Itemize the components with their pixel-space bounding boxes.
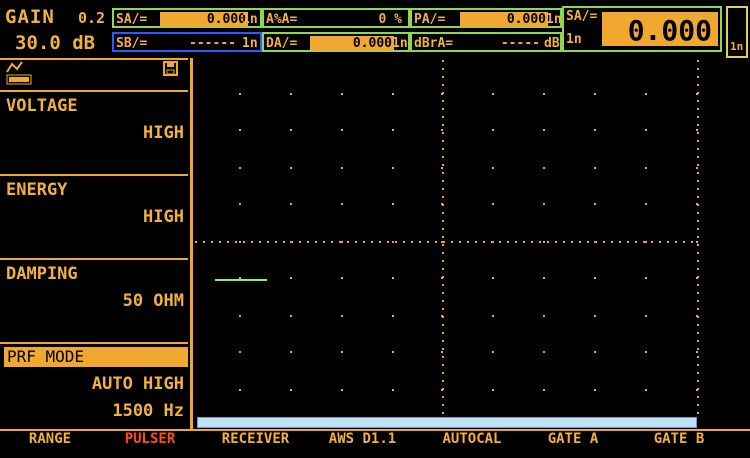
energy-value[interactable]: HIGH xyxy=(143,207,184,227)
menu-gate-b[interactable]: GATE B xyxy=(634,431,724,447)
gain-label: GAIN xyxy=(5,6,55,28)
menu-autocal[interactable]: AUTOCAL xyxy=(427,431,517,447)
gain-value[interactable]: 30.0 dB xyxy=(15,32,95,54)
divider xyxy=(0,342,188,344)
divider xyxy=(0,174,188,176)
readout-unit: 1n xyxy=(242,12,258,27)
energy-label: ENERGY xyxy=(6,180,68,200)
readout-label: PA/= xyxy=(414,12,446,27)
voltage-label: VOLTAGE xyxy=(6,96,78,116)
damping-label: DAMPING xyxy=(6,264,78,284)
menu-aws-d1-1[interactable]: AWS D1.1 xyxy=(315,431,410,447)
readout-value: ----- xyxy=(500,36,540,51)
prf-mode-label: PRF MODE xyxy=(7,347,85,366)
readout-dbra[interactable]: dBrA= ----- dB xyxy=(410,32,562,52)
readout-value: ------ xyxy=(189,36,236,51)
big-readout-unit: 1n xyxy=(566,32,582,47)
divider xyxy=(0,90,188,92)
waveform-icon xyxy=(6,61,32,85)
big-readout[interactable]: SA/= 1n 0.000 xyxy=(562,6,722,52)
status-strip-unit: 1n xyxy=(730,40,744,53)
readout-unit: dB xyxy=(544,36,560,51)
readout-unit: 1n xyxy=(242,36,258,51)
a-scan-grid xyxy=(195,60,699,414)
readout-value: 0.000 xyxy=(160,12,248,27)
readout-a-percent[interactable]: A%A= 0 % xyxy=(262,8,410,28)
gain-step[interactable]: 0.2 xyxy=(78,9,105,27)
readout-sa[interactable]: SA/= 0.000 1n xyxy=(112,8,262,28)
readout-pa[interactable]: PA/= 0.000 1n xyxy=(410,8,562,28)
readout-value: 0 % xyxy=(378,12,402,27)
menu-gate-a[interactable]: GATE A xyxy=(528,431,618,447)
prf-frequency[interactable]: 1500 Hz xyxy=(112,401,184,421)
readout-value: 0.000 xyxy=(310,36,394,51)
damping-value[interactable]: 50 OHM xyxy=(123,291,184,311)
voltage-value[interactable]: HIGH xyxy=(143,123,184,143)
menu-receiver[interactable]: RECEIVER xyxy=(208,431,303,447)
divider xyxy=(0,258,188,260)
save-icon[interactable] xyxy=(163,61,179,77)
readout-label: A%A= xyxy=(266,12,298,27)
status-strip: 1n xyxy=(726,6,748,58)
readout-unit: 1n xyxy=(392,36,408,51)
big-readout-value: 0.000 xyxy=(627,14,712,47)
readout-da[interactable]: DA/= 0.000 1n xyxy=(262,32,410,52)
menu-pulser[interactable]: PULSER xyxy=(110,431,190,447)
readout-label: DA/= xyxy=(266,36,298,51)
prf-mode-highlight[interactable]: PRF MODE xyxy=(4,347,188,367)
big-readout-value-box: 0.000 xyxy=(602,12,718,47)
scale-bar xyxy=(197,417,697,428)
readout-label: dBrA= xyxy=(414,36,454,51)
readout-value: 0.000 xyxy=(460,12,548,27)
readout-label: SB/= xyxy=(116,36,148,51)
big-readout-label: SA/= xyxy=(566,9,598,24)
readout-sb[interactable]: SB/= ------ 1n xyxy=(112,32,262,52)
a-scan-display[interactable] xyxy=(190,58,700,430)
readout-unit: 1n xyxy=(546,12,562,27)
prf-mode-value[interactable]: AUTO HIGH xyxy=(92,374,184,394)
menu-range[interactable]: RANGE xyxy=(10,431,90,447)
readout-label: SA/= xyxy=(116,12,148,27)
left-panel: VOLTAGE HIGH ENERGY HIGH DAMPING 50 OHM … xyxy=(0,58,188,426)
